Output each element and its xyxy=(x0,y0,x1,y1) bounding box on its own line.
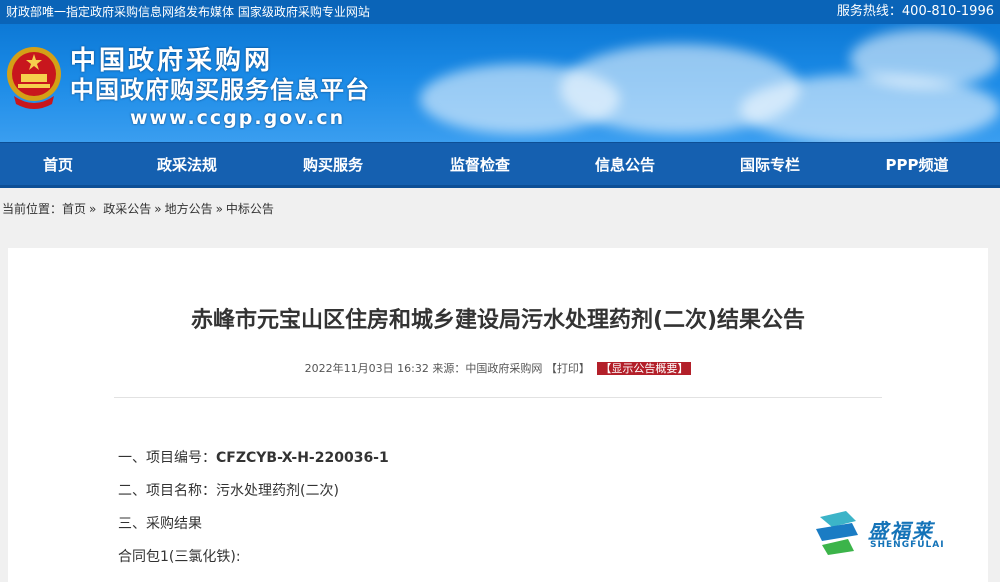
watermark-sub: SHENGFULAI xyxy=(870,540,945,550)
breadcrumb-procurement[interactable]: 政采公告 xyxy=(103,202,151,216)
top-info-bar: 财政部唯一指定政府采购信息网络发布媒体 国家级政府采购专业网站 服务热线：400… xyxy=(0,0,1000,24)
main-nav: 首页 政采法规 购买服务 监督检查 信息公告 国际专栏 PPP频道 xyxy=(0,142,1000,188)
breadcrumb-separator: » xyxy=(89,202,97,216)
nav-purchase-services[interactable]: 购买服务 xyxy=(258,143,408,185)
breadcrumb: 当前位置：首页» 政采公告» 地方公告» 中标公告 xyxy=(0,191,1000,227)
breadcrumb-award[interactable]: 中标公告 xyxy=(226,202,274,216)
nav-ppp[interactable]: PPP频道 xyxy=(842,143,992,185)
breadcrumb-separator: » xyxy=(154,202,162,216)
print-link[interactable]: 【打印】 xyxy=(546,362,590,375)
show-summary-button[interactable]: 【显示公告概要】 xyxy=(597,362,692,375)
article-source: 来源：中国政府采购网 xyxy=(432,362,543,375)
project-number: CFZCYB-X-H-220036-1 xyxy=(216,450,389,466)
site-brand: 中国政府采购网 中国政府购买服务信息平台 www.ccgp.gov.cn xyxy=(70,46,370,132)
nav-international[interactable]: 国际专栏 xyxy=(698,143,842,185)
breadcrumb-separator: » xyxy=(215,202,223,216)
divider xyxy=(114,397,882,398)
site-url: www.ccgp.gov.cn xyxy=(130,107,346,129)
watermark-logo: 盛福莱 SHENGFULAI xyxy=(812,507,972,559)
site-title: 中国政府采购网 xyxy=(70,46,274,76)
nav-laws[interactable]: 政采法规 xyxy=(116,143,258,185)
national-emblem-logo[interactable] xyxy=(4,44,64,112)
project-number-line: 一、项目编号：CFZCYB-X-H-220036-1 xyxy=(118,450,389,466)
site-banner: 中国政府采购网 中国政府购买服务信息平台 www.ccgp.gov.cn xyxy=(0,24,1000,142)
publish-datetime: 2022年11月03日 16:32 xyxy=(304,362,429,375)
service-hotline: 服务热线：400-810-1996 xyxy=(836,4,994,19)
nav-announcements[interactable]: 信息公告 xyxy=(552,143,698,185)
breadcrumb-local[interactable]: 地方公告 xyxy=(165,202,213,216)
nav-supervision[interactable]: 监督检查 xyxy=(408,143,552,185)
site-subtitle: 中国政府购买服务信息平台 xyxy=(70,76,370,104)
nav-home[interactable]: 首页 xyxy=(0,143,116,185)
article-title: 赤峰市元宝山区住房和城乡建设局污水处理药剂(二次)结果公告 xyxy=(190,308,806,333)
article-meta: 2022年11月03日 16:32 来源：中国政府采购网 【打印】 【显示公告概… xyxy=(8,360,988,376)
project-name: 污水处理药剂(二次) xyxy=(216,483,339,499)
watermark-icon xyxy=(816,511,858,555)
breadcrumb-home[interactable]: 首页 xyxy=(62,202,86,216)
site-slogan: 财政部唯一指定政府采购信息网络发布媒体 国家级政府采购专业网站 xyxy=(6,5,370,19)
project-name-line: 二、项目名称：污水处理药剂(二次) xyxy=(118,483,339,499)
breadcrumb-prefix: 当前位置： xyxy=(2,202,63,216)
